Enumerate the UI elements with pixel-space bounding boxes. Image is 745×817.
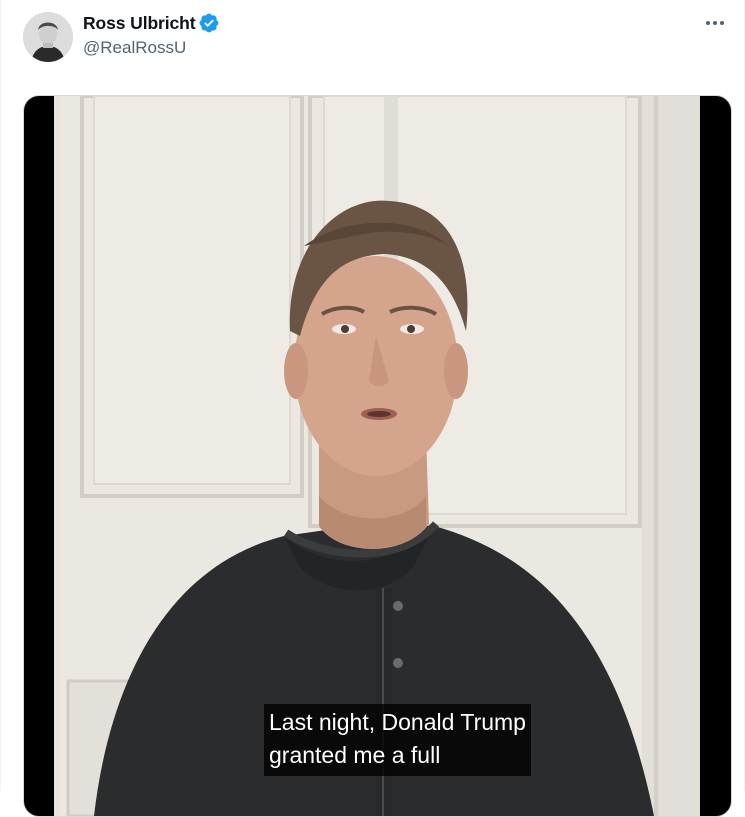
tweet-container: Ross Ulbricht @RealRossU Last night, Don… — [0, 0, 745, 817]
avatar[interactable] — [23, 12, 73, 62]
author-name-row: Ross Ulbricht — [83, 12, 220, 34]
avatar-image — [23, 12, 73, 62]
author-handle[interactable]: @RealRossU — [83, 38, 186, 58]
more-horizontal-icon — [706, 21, 724, 25]
video-player[interactable]: Last night, Donald Trump granted me a fu… — [23, 95, 732, 817]
video-frame: Last night, Donald Trump granted me a fu… — [54, 96, 700, 816]
subtitle-line-1: Last night, Donald Trump — [269, 709, 526, 735]
verified-badge-icon[interactable] — [198, 12, 220, 34]
more-options-button[interactable] — [698, 10, 732, 36]
tweet-header: Ross Ulbricht @RealRossU — [1, 0, 745, 80]
author-name[interactable]: Ross Ulbricht — [83, 13, 196, 34]
subtitle-line-2: granted me a full — [269, 742, 441, 768]
video-subtitle: Last night, Donald Trump granted me a fu… — [264, 704, 531, 776]
